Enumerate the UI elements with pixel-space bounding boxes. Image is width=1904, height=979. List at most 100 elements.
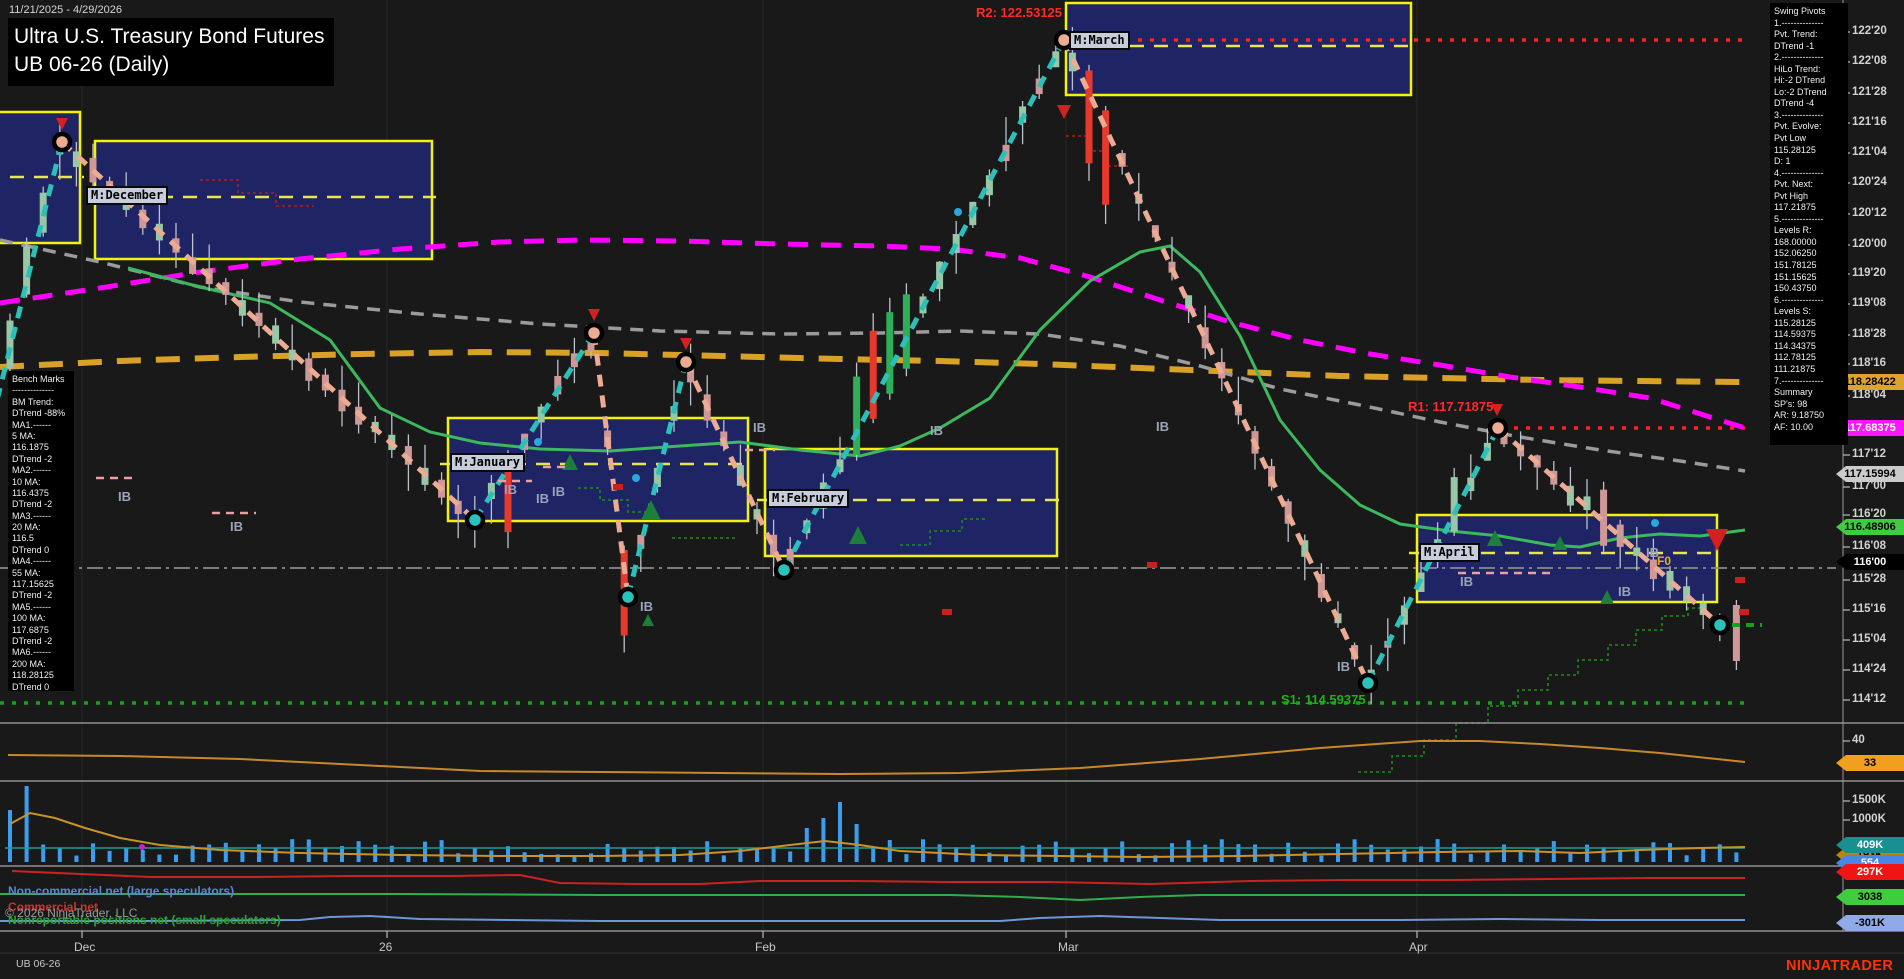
bench-marks-line: 55 MA: (12, 568, 70, 579)
month-boxes (0, 3, 1721, 602)
bench-marks-line: DTrend 0 (12, 682, 70, 693)
price-value-badge: 116'00 (1836, 554, 1904, 570)
ib-label: IB (230, 519, 243, 534)
swing-pivots-line: 6.-------------- (1774, 295, 1844, 307)
price-axis-tick: 122'20 (1852, 25, 1887, 37)
swing-pivots-line: AR: 9.18750 (1774, 410, 1844, 422)
bench-marks-line: DTrend -88% (12, 408, 70, 419)
bench-marks-line: DTrend -2 (12, 636, 70, 647)
swing-pivots-line: AF: 10.00 (1774, 422, 1844, 434)
price-axis-tick: 120'00 (1852, 238, 1887, 250)
bench-marks-line: 5 MA: (12, 431, 70, 442)
swing-pivots-line: 7.-------------- (1774, 376, 1844, 388)
ib-label: IB (640, 599, 653, 614)
swing-pivots-line: 117.21875 (1774, 202, 1844, 214)
time-axis-label: Apr (1409, 940, 1428, 954)
swing-pivots-line: Lo:-2 DTrend (1774, 87, 1844, 99)
ib-label: IB (930, 423, 943, 438)
time-axis-label: Dec (74, 940, 95, 954)
swing-pivots-line: Summary (1774, 387, 1844, 399)
month-box-label[interactable]: M:February (767, 489, 849, 508)
swing-pivots-line: 5.-------------- (1774, 214, 1844, 226)
bench-marks-line: 10 MA: (12, 477, 70, 488)
swing-pivots-line: Pvt. Evolve: (1774, 121, 1844, 133)
swing-pivots-line: Pvt. Trend: (1774, 29, 1844, 41)
lower-axis-tick: 1500K (1852, 794, 1886, 806)
bench-marks-line: DTrend 0 (12, 545, 70, 556)
price-axis-tick: 121'16 (1852, 116, 1887, 128)
indicator-value-badge: 409K (1836, 837, 1904, 853)
bench-marks-line: MA4.------ (12, 556, 70, 567)
swing-pivots-line: 112.78125 (1774, 352, 1844, 364)
bench-marks-line: DTrend -2 (12, 499, 70, 510)
swing-pivots-line: 1.-------------- (1774, 18, 1844, 30)
ib-label: IB (536, 491, 549, 506)
indicator-value-badge: 3038 (1836, 889, 1904, 905)
ninjatrader-logo: NINJATRADER (1786, 958, 1893, 974)
ib-label: IB (1460, 574, 1473, 589)
swing-pivots-line: Pvt High (1774, 191, 1844, 203)
swing-pivots-line: 3.-------------- (1774, 110, 1844, 122)
swing-pivots-line: 114.59375 (1774, 329, 1844, 341)
cot-legend-nonreportable: Nonreportable positions net (small specu… (8, 913, 281, 927)
time-axis-label: 26 (379, 940, 392, 954)
bench-marks-line: MA2.------ (12, 465, 70, 476)
bench-marks-line: Bench Marks (12, 374, 70, 385)
s1-level-label[interactable]: S1: 114.59375 (1281, 692, 1366, 707)
ib-label: IB (552, 484, 565, 499)
bench-marks-line: 116.4375 (12, 488, 70, 499)
price-axis-tick: 116'08 (1852, 540, 1886, 552)
bench-marks-line: 20 MA: (12, 522, 70, 533)
bench-marks-line: DTrend -2 (12, 590, 70, 601)
swing-pivots-line: Pvt Low (1774, 133, 1844, 145)
bench-marks-line: 117.15625 (12, 579, 70, 590)
bench-marks-line: 116.1875 (12, 442, 70, 453)
chart-title-line1: Ultra U.S. Treasury Bond Futures (14, 23, 324, 51)
month-box-label[interactable]: M:April (1419, 543, 1480, 562)
bench-marks-line: MA3.------ (12, 511, 70, 522)
swing-pivots-line: 2.-------------- (1774, 52, 1844, 64)
ninjatrader-chart-window: { "window": { "date_range": "11/21/2025 … (0, 0, 1904, 979)
price-axis-tick: 120'12 (1852, 207, 1887, 219)
swing-pivots-line: SP's: 98 (1774, 399, 1844, 411)
price-axis-tick: 114'12 (1852, 693, 1886, 705)
r1-level-label[interactable]: R1: 117.71875 (1408, 399, 1493, 414)
swing-pivots-line: 151.15625 (1774, 272, 1844, 284)
f0-label: F0 (1657, 554, 1671, 568)
swing-pivots-line: 4.-------------- (1774, 168, 1844, 180)
swing-pivots-line: 150.43750 (1774, 283, 1844, 295)
price-axis-tick: 120'24 (1852, 176, 1887, 188)
month-box-label[interactable]: M:March (1069, 31, 1130, 50)
ib-label: IB (118, 489, 131, 504)
bench-marks-line: 118.28125 (12, 670, 70, 681)
price-axis-tick: 119'20 (1852, 267, 1886, 279)
price-axis-tick: 122'08 (1852, 55, 1887, 67)
lower-axis-tick: 40 (1852, 734, 1865, 746)
time-axis-label: Feb (755, 940, 776, 954)
swing-pivots-line: 151.78125 (1774, 260, 1844, 272)
swing-pivots-panel: Swing Pivots1.--------------Pvt. Trend:D… (1770, 3, 1848, 445)
bench-marks-line: MA5.------ (12, 602, 70, 613)
price-axis-tick: 114'24 (1852, 663, 1886, 675)
r2-level-label[interactable]: R2: 122.53125 (976, 5, 1062, 20)
bench-marks-line: 116.5 (12, 533, 70, 544)
month-box-label[interactable]: M:December (86, 186, 168, 205)
swing-pivots-line: DTrend -1 (1774, 41, 1844, 53)
bench-marks-line: -------------- (12, 385, 70, 396)
price-value-badge: 116.48906 (1836, 519, 1904, 535)
price-axis-tick: 115'16 (1852, 603, 1886, 615)
swing-pivots-line: 152.06250 (1774, 248, 1844, 260)
indicator-value-badge: 33 (1836, 755, 1904, 771)
price-axis-tick: 121'28 (1852, 86, 1887, 98)
bench-marks-line: 117.6875 (12, 625, 70, 636)
swing-pivots-line: Swing Pivots (1774, 6, 1844, 18)
price-axis-tick: 119'08 (1852, 297, 1886, 309)
month-box-label[interactable]: M:January (450, 453, 525, 472)
swing-pivots-line: DTrend -4 (1774, 98, 1844, 110)
bench-marks-line: BM Trend: (12, 397, 70, 408)
time-axis-label: Mar (1058, 940, 1079, 954)
swing-pivots-line: 111.21875 (1774, 364, 1844, 376)
price-chart[interactable] (0, 0, 1904, 979)
lower-axis-tick: 1000K (1852, 813, 1886, 825)
vertical-gridlines (82, 0, 1417, 931)
